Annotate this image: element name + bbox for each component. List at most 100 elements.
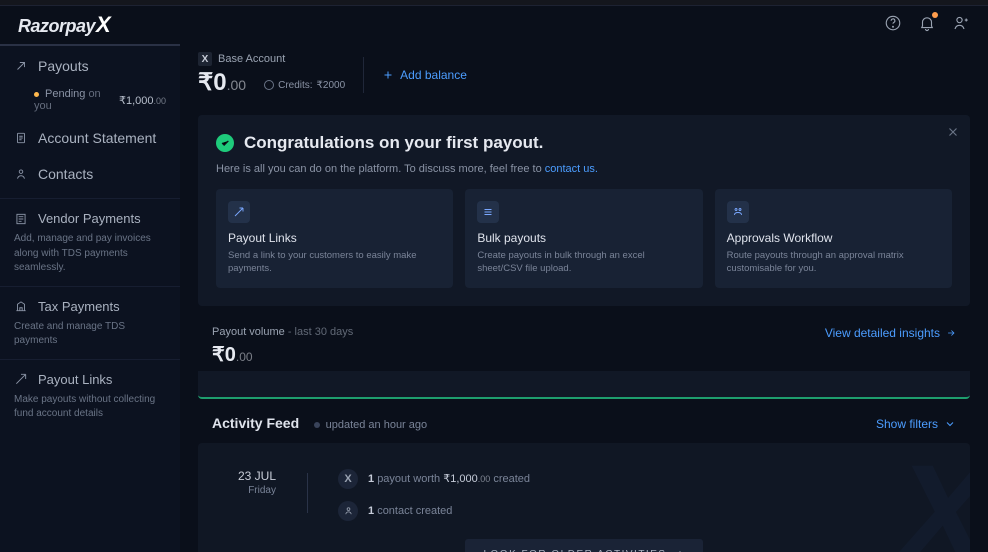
account-x-icon: X bbox=[198, 52, 212, 66]
arrow-up-right-icon bbox=[14, 59, 28, 73]
check-circle-icon bbox=[216, 134, 234, 152]
document-icon bbox=[14, 131, 28, 145]
notification-dot-icon bbox=[932, 12, 938, 18]
feed-day-label: Friday bbox=[216, 485, 276, 496]
notifications-icon[interactable] bbox=[918, 14, 936, 37]
balance-dec: .00 bbox=[227, 77, 246, 93]
show-filters-label: Show filters bbox=[876, 417, 938, 431]
older-activities-button[interactable]: LOOK FOR OLDER ACTIVITIES bbox=[465, 539, 702, 552]
sidebar-item-payout-links[interactable]: Payout Links Make payouts without collec… bbox=[0, 359, 180, 426]
sidebar-item-contacts[interactable]: Contacts bbox=[0, 156, 180, 192]
pending-dot-icon bbox=[34, 92, 39, 97]
show-filters-button[interactable]: Show filters bbox=[876, 417, 956, 431]
tax-label: Tax Payments bbox=[38, 299, 120, 314]
close-icon[interactable] bbox=[946, 125, 960, 139]
event-amount: ₹1,000 bbox=[443, 473, 478, 485]
vendor-desc: Add, manage and pay invoices along with … bbox=[14, 232, 166, 276]
feed-date: 23 JUL Friday bbox=[216, 459, 276, 521]
tile-approvals-workflow[interactable]: Approvals Workflow Route payouts through… bbox=[715, 189, 952, 288]
chevron-down-icon bbox=[944, 418, 956, 430]
credits-value: ₹2000 bbox=[317, 80, 346, 91]
contact-us-link[interactable]: contact us. bbox=[545, 163, 598, 175]
sidebar-label: Account Statement bbox=[38, 130, 156, 146]
congrats-sub: Here is all you can do on the platform. … bbox=[216, 163, 545, 175]
payout-links-label: Payout Links bbox=[38, 372, 112, 387]
balance-row: X Base Account ₹0.00 Credits: ₹2000 Add b… bbox=[192, 44, 976, 111]
person-icon bbox=[14, 167, 28, 181]
feed-date-label: 23 JUL bbox=[216, 469, 276, 483]
receipt-icon bbox=[14, 212, 28, 226]
sidebar-item-tax-payments[interactable]: Tax Payments Create and manage TDS payme… bbox=[0, 286, 180, 353]
main-content: XBase Account ₹0.00 Credits: ₹2000 Add b… bbox=[180, 44, 988, 552]
activity-updated: updated an hour ago bbox=[326, 419, 428, 431]
vertical-divider bbox=[363, 57, 364, 93]
event-count: 1 bbox=[368, 505, 374, 517]
event-count: 1 bbox=[368, 473, 374, 485]
volume-dec: .00 bbox=[236, 350, 253, 364]
app-header: RazorpayX bbox=[0, 6, 988, 44]
sidebar-item-payouts[interactable]: Payouts bbox=[0, 48, 180, 84]
tile-title: Approvals Workflow bbox=[727, 231, 940, 245]
x-badge-icon: X bbox=[338, 469, 358, 489]
volume-range: - last 30 days bbox=[285, 326, 353, 338]
add-balance-label: Add balance bbox=[400, 68, 467, 82]
person-badge-icon bbox=[338, 501, 358, 521]
volume-chart-strip bbox=[198, 371, 970, 399]
event-dec: .00 bbox=[478, 474, 491, 484]
vendor-label: Vendor Payments bbox=[38, 211, 141, 226]
older-label: LOOK FOR OLDER ACTIVITIES bbox=[483, 549, 666, 552]
volume-figure: ₹0 bbox=[212, 344, 236, 366]
sidebar-item-vendor-payments[interactable]: Vendor Payments Add, manage and pay invo… bbox=[0, 198, 180, 280]
brand-name: Razorpay bbox=[18, 16, 95, 37]
dot-icon bbox=[314, 422, 320, 428]
payout-volume-row: Payout volume - last 30 days ₹0.00 View … bbox=[192, 320, 976, 371]
activity-feed: X 23 JUL Friday X 1 payout worth ₹1,000.… bbox=[198, 443, 970, 552]
plus-icon bbox=[382, 69, 394, 81]
congrats-title: Congratulations on your first payout. bbox=[244, 133, 543, 153]
balance-figure: ₹0 bbox=[198, 69, 227, 96]
tile-bulk-payouts[interactable]: Bulk payouts Create payouts in bulk thro… bbox=[465, 189, 702, 288]
list-icon bbox=[477, 201, 499, 223]
feed-event-payout[interactable]: X 1 payout worth ₹1,000.00 created bbox=[338, 469, 952, 489]
tax-desc: Create and manage TDS payments bbox=[14, 320, 166, 349]
workflow-icon bbox=[727, 201, 749, 223]
send-icon bbox=[14, 372, 28, 386]
event-text: payout worth bbox=[377, 473, 440, 485]
sidebar: Payouts Pending on you ₹1,000.00 Account… bbox=[0, 44, 180, 552]
pending-amount: ₹1,000 bbox=[119, 95, 154, 107]
base-account-label: Base Account bbox=[218, 53, 285, 65]
sidebar-label: Contacts bbox=[38, 166, 93, 182]
tile-desc: Create payouts in bulk through an excel … bbox=[477, 249, 690, 276]
credits-ring-icon bbox=[264, 80, 274, 90]
activity-heading: Activity Feed bbox=[212, 415, 299, 431]
sidebar-label: Payouts bbox=[38, 58, 89, 74]
event-text: contact bbox=[377, 505, 412, 517]
link-icon bbox=[228, 201, 250, 223]
brand-logo: RazorpayX bbox=[18, 12, 110, 38]
activity-header: Activity Feed updated an hour ago Show f… bbox=[192, 399, 976, 443]
help-icon[interactable] bbox=[884, 14, 902, 37]
sidebar-item-account-statement[interactable]: Account Statement bbox=[0, 120, 180, 156]
volume-label: Payout volume bbox=[212, 326, 285, 338]
view-insights-label: View detailed insights bbox=[825, 326, 940, 340]
event-suffix: created bbox=[493, 473, 530, 485]
congrats-card: Congratulations on your first payout. He… bbox=[198, 115, 970, 306]
event-suffix: created bbox=[416, 505, 453, 517]
pending-dec: .00 bbox=[153, 96, 166, 106]
profile-icon[interactable] bbox=[952, 14, 970, 37]
tile-desc: Send a link to your customers to easily … bbox=[228, 249, 441, 276]
tile-title: Bulk payouts bbox=[477, 231, 690, 245]
sidebar-sub-pending[interactable]: Pending on you ₹1,000.00 bbox=[0, 84, 180, 120]
add-balance-button[interactable]: Add balance bbox=[382, 68, 467, 82]
feed-event-contact[interactable]: 1 contact created bbox=[338, 501, 952, 521]
pending-prefix: Pending bbox=[45, 88, 85, 100]
brand-suffix: X bbox=[96, 12, 110, 38]
tile-desc: Route payouts through an approval matrix… bbox=[727, 249, 940, 276]
view-insights-link[interactable]: View detailed insights bbox=[825, 326, 956, 340]
feed-timeline bbox=[298, 459, 316, 521]
arrow-right-icon bbox=[946, 328, 956, 338]
tile-title: Payout Links bbox=[228, 231, 441, 245]
credits-label: Credits: bbox=[278, 80, 312, 91]
payout-links-desc: Make payouts without collecting fund acc… bbox=[14, 393, 166, 422]
tile-payout-links[interactable]: Payout Links Send a link to your custome… bbox=[216, 189, 453, 288]
